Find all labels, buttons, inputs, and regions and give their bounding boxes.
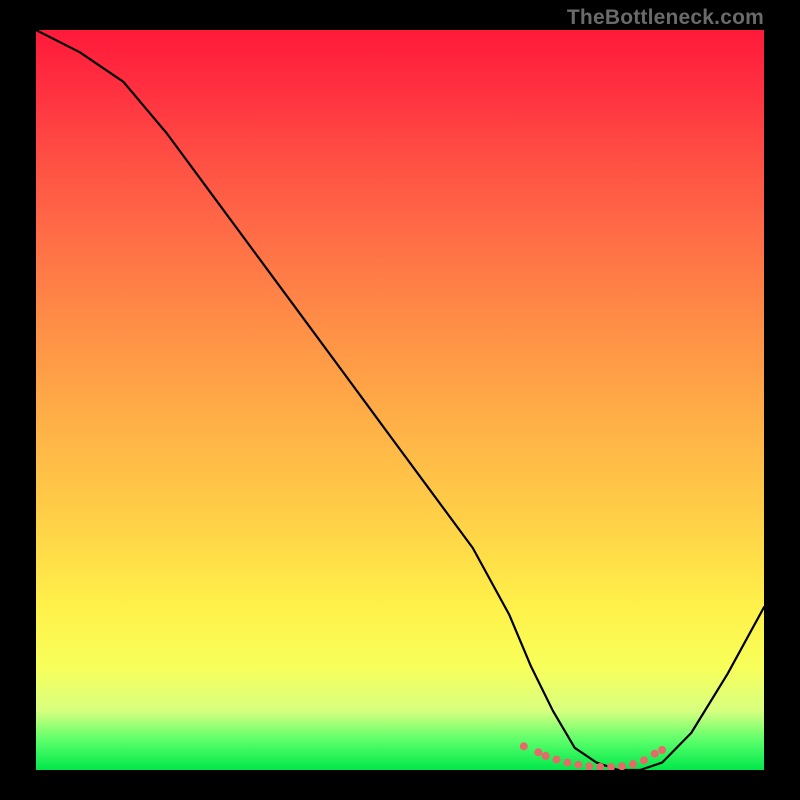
bottleneck-curve <box>36 30 764 770</box>
marker-group <box>520 742 666 770</box>
marker-dot <box>629 760 637 768</box>
marker-dot <box>607 763 615 770</box>
marker-dot <box>618 762 626 770</box>
marker-dot <box>658 746 666 754</box>
chart-container: TheBottleneck.com <box>0 0 800 800</box>
marker-dot <box>542 752 550 760</box>
watermark-text: TheBottleneck.com <box>567 6 764 30</box>
marker-dot <box>585 762 593 770</box>
marker-dot <box>574 761 582 769</box>
marker-dot <box>640 756 648 764</box>
marker-dot <box>534 748 542 756</box>
marker-dot <box>553 756 561 764</box>
plot-area <box>36 30 764 770</box>
chart-svg <box>36 30 764 770</box>
marker-dot <box>651 750 659 758</box>
marker-dot <box>520 742 528 750</box>
marker-dot <box>563 759 571 767</box>
